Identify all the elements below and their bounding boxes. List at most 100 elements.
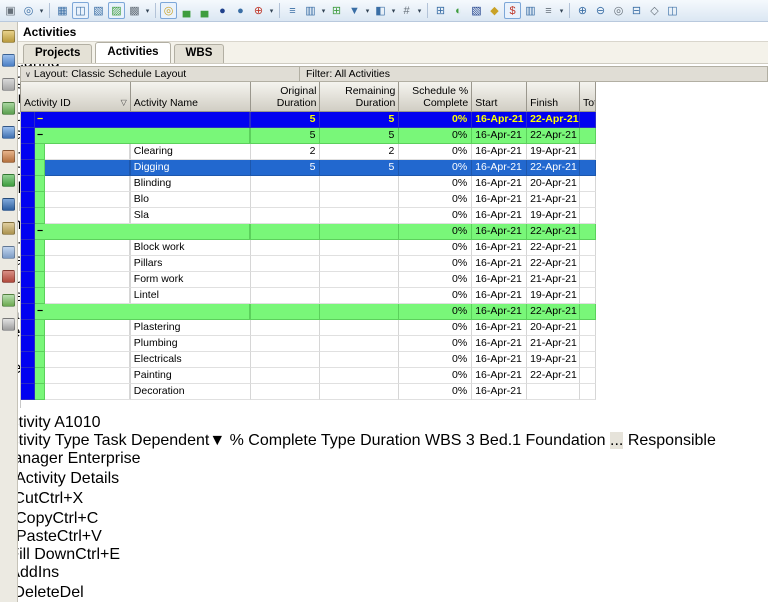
resources-icon[interactable]: ● bbox=[214, 2, 231, 19]
table-row-activity[interactable]: A1040Sla0%16-Apr-2119-Apr-21 bbox=[21, 208, 596, 224]
table-row-activity[interactable]: A1130Decoration0%16-Apr-21 bbox=[21, 384, 596, 400]
cell-rd[interactable] bbox=[320, 176, 399, 192]
cell-tot[interactable] bbox=[580, 304, 596, 320]
cell-rd[interactable]: 5 bbox=[320, 128, 399, 144]
cell-id[interactable]: A1080 bbox=[45, 288, 131, 304]
cell-rd[interactable]: 2 bbox=[320, 144, 399, 160]
cell-od[interactable]: 5 bbox=[251, 128, 321, 144]
col-schedule-pct[interactable]: Schedule % Complete bbox=[399, 82, 472, 111]
cell-finish[interactable]: 22-Apr-21 bbox=[527, 240, 580, 256]
cell-finish[interactable]: 19-Apr-21 bbox=[527, 144, 580, 160]
cell-start[interactable]: 16-Apr-21 bbox=[472, 368, 527, 384]
details-icon[interactable]: ≡ bbox=[540, 2, 557, 19]
left-toolbar-icon[interactable] bbox=[2, 270, 15, 283]
relationships-icon[interactable]: ⊕ bbox=[250, 2, 267, 19]
cell-name[interactable]: Clearing bbox=[131, 144, 251, 160]
table-row-activity-selected[interactable]: A1010Digging550%16-Apr-2122-Apr-21 bbox=[21, 160, 596, 176]
assign-resources-icon[interactable]: ▧ bbox=[468, 2, 485, 19]
cell-od[interactable] bbox=[251, 368, 321, 384]
cell-finish[interactable]: 21-Apr-21 bbox=[527, 272, 580, 288]
cell-start[interactable]: 16-Apr-21 bbox=[472, 112, 527, 128]
cell-od[interactable] bbox=[251, 224, 321, 240]
roles-ball-icon[interactable]: ◆ bbox=[486, 2, 503, 19]
col-total-float[interactable]: Tot bbox=[580, 82, 596, 111]
constraint-icon[interactable]: $ bbox=[504, 2, 521, 19]
dropdown-caret-icon[interactable]: ▾ bbox=[320, 7, 327, 15]
cell-rd[interactable]: 5 bbox=[320, 112, 399, 128]
cell-rd[interactable] bbox=[320, 288, 399, 304]
cell-pct[interactable]: 0% bbox=[399, 320, 472, 336]
table-row-activity[interactable]: A1100Plumbing0%16-Apr-2121-Apr-21 bbox=[21, 336, 596, 352]
cell-start[interactable]: 16-Apr-21 bbox=[472, 144, 527, 160]
printer-icon[interactable]: ▣ bbox=[2, 2, 19, 19]
cell-pct[interactable]: 0% bbox=[399, 368, 472, 384]
table-row-wbs[interactable]: −3 Bed.1 Foundation550%16-Apr-2122-Apr-2… bbox=[21, 128, 596, 144]
cell-name[interactable]: Decoration bbox=[131, 384, 251, 400]
activity-id-field[interactable]: A1010 bbox=[54, 414, 100, 431]
dropdown-caret-icon[interactable]: ▾ bbox=[268, 7, 275, 15]
cell-od[interactable] bbox=[251, 320, 321, 336]
dropdown-caret-icon[interactable]: ▾ bbox=[38, 7, 45, 15]
cell-pct[interactable]: 0% bbox=[399, 336, 472, 352]
table-row-activity[interactable]: A1020Blinding0%16-Apr-2120-Apr-21 bbox=[21, 176, 596, 192]
left-toolbar-icon[interactable] bbox=[2, 294, 15, 307]
cell-tot[interactable] bbox=[580, 128, 596, 144]
cell-od[interactable]: 5 bbox=[251, 112, 321, 128]
cell-finish[interactable]: 22-Apr-21 bbox=[527, 112, 580, 128]
left-toolbar-icon[interactable] bbox=[2, 78, 15, 91]
table-row-activity[interactable]: A1030Blo0%16-Apr-2121-Apr-21 bbox=[21, 192, 596, 208]
cell-finish[interactable]: 22-Apr-21 bbox=[527, 128, 580, 144]
cell-id[interactable]: A1100 bbox=[45, 336, 131, 352]
table-row-activity[interactable]: A1120Painting0%16-Apr-2122-Apr-21 bbox=[21, 368, 596, 384]
cell-tot[interactable] bbox=[580, 368, 596, 384]
cell-start[interactable]: 16-Apr-21 bbox=[472, 320, 527, 336]
table-row-activity[interactable]: A1070Form work0%16-Apr-2121-Apr-21 bbox=[21, 272, 596, 288]
responsible-manager-field[interactable]: Enterprise bbox=[68, 450, 141, 467]
cell-pct[interactable]: 0% bbox=[399, 240, 472, 256]
wbs-name-cell[interactable]: −3 Bed.1 Foundation bbox=[35, 128, 251, 144]
cell-finish[interactable]: 19-Apr-21 bbox=[527, 208, 580, 224]
table-row-activity[interactable]: A1000Clearing220%16-Apr-2119-Apr-21 bbox=[21, 144, 596, 160]
cell-rd[interactable] bbox=[320, 304, 399, 320]
cell-rd[interactable]: 5 bbox=[320, 160, 399, 176]
dropdown-caret-icon[interactable]: ▾ bbox=[364, 7, 371, 15]
layout-selector[interactable]: ∨Layout: Classic Schedule Layout bbox=[21, 67, 300, 81]
cell-name[interactable]: Blo bbox=[131, 192, 251, 208]
cell-finish[interactable]: 20-Apr-21 bbox=[527, 176, 580, 192]
cell-name[interactable]: Electricals bbox=[131, 352, 251, 368]
menu-item-add[interactable]: +AddIns bbox=[0, 564, 768, 582]
cell-tot[interactable] bbox=[580, 192, 596, 208]
search-icon[interactable]: ◎ bbox=[160, 2, 177, 19]
cell-rd[interactable] bbox=[320, 208, 399, 224]
cell-finish[interactable]: 22-Apr-21 bbox=[527, 368, 580, 384]
cell-rd[interactable] bbox=[320, 272, 399, 288]
cell-tot[interactable] bbox=[580, 224, 596, 240]
cell-pct[interactable]: 0% bbox=[399, 272, 472, 288]
cell-tot[interactable] bbox=[580, 256, 596, 272]
cell-tot[interactable] bbox=[580, 144, 596, 160]
menu-item-copy[interactable]: ▣CopyCtrl+C bbox=[0, 508, 768, 528]
activity-type-select[interactable]: Task Dependent▼ bbox=[94, 432, 225, 449]
cell-pct[interactable]: 0% bbox=[399, 208, 472, 224]
col-start[interactable]: Start bbox=[472, 82, 527, 111]
usage-spreadsheet-icon[interactable]: ⊞ bbox=[432, 2, 449, 19]
cell-start[interactable]: 16-Apr-21 bbox=[472, 192, 527, 208]
cell-tot[interactable] bbox=[580, 208, 596, 224]
cell-pct[interactable]: 0% bbox=[399, 224, 472, 240]
cell-finish[interactable]: 21-Apr-21 bbox=[527, 336, 580, 352]
cell-finish[interactable] bbox=[527, 384, 580, 400]
cell-start[interactable]: 16-Apr-21 bbox=[472, 336, 527, 352]
layout-icon[interactable]: ◫ bbox=[72, 2, 89, 19]
cell-start[interactable]: 16-Apr-21 bbox=[472, 128, 527, 144]
dropdown-caret-icon[interactable]: ▾ bbox=[416, 7, 423, 15]
cell-name[interactable]: Pillars bbox=[131, 256, 251, 272]
left-toolbar-icon[interactable] bbox=[2, 54, 15, 67]
chart-view-icon[interactable]: ▧ bbox=[90, 2, 107, 19]
cell-od[interactable] bbox=[251, 304, 321, 320]
schedule-clock-icon[interactable]: ◐ bbox=[450, 2, 467, 19]
menu-item-cut[interactable]: ✂CutCtrl+X bbox=[0, 488, 768, 508]
zoom-out-icon[interactable]: ⊖ bbox=[592, 2, 609, 19]
hierarchy-icon[interactable]: ▩ bbox=[126, 2, 143, 19]
wbs-name-cell[interactable]: −3 Bed.2 Supe bbox=[35, 224, 251, 240]
cell-od[interactable] bbox=[251, 352, 321, 368]
